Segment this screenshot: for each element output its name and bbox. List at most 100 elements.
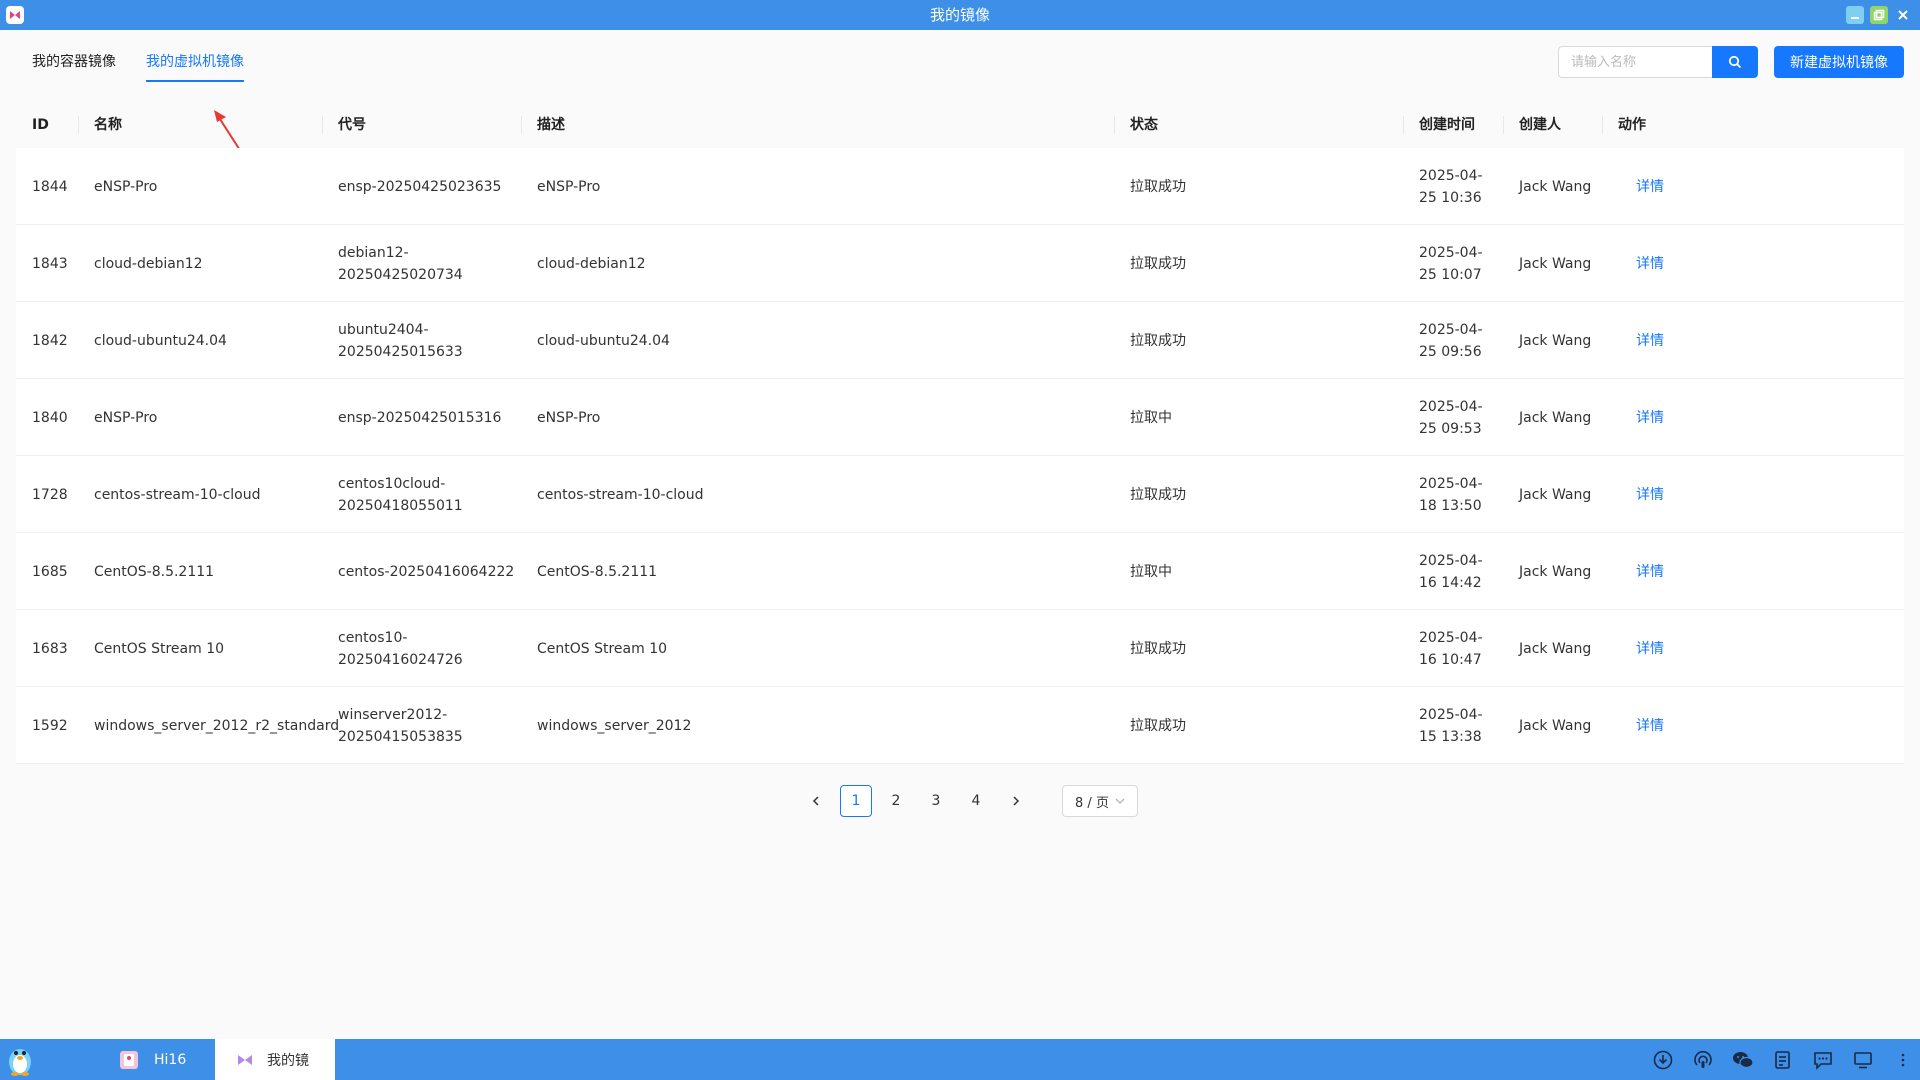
download-icon[interactable] (1652, 1049, 1674, 1071)
cell-code: ensp-20250425023635 (338, 148, 528, 225)
prev-page-button[interactable] (800, 785, 832, 817)
cell-description: eNSP-Pro (537, 148, 1097, 225)
wechat-icon[interactable] (1732, 1049, 1754, 1071)
header-divider (1503, 116, 1504, 134)
maximize-button[interactable] (1870, 6, 1888, 24)
details-link[interactable]: 详情 (1618, 407, 1664, 429)
vm-image-table: ID 名称 代号 描述 状态 创建时间 创建人 动作 1844 eNSP-Pro e… (16, 102, 1904, 764)
creator-name: Jack Wang (1519, 178, 1592, 195)
podcast-icon[interactable] (1692, 1049, 1714, 1071)
creator-name: Jack Wang (1519, 409, 1592, 426)
image-name: cloud-ubuntu24.04 (94, 332, 227, 349)
header-status: 状态 (1130, 117, 1158, 133)
image-id: 1842 (32, 332, 68, 349)
image-name: CentOS Stream 10 (94, 640, 225, 657)
notes-icon[interactable] (1772, 1049, 1794, 1071)
details-link[interactable]: 详情 (1618, 561, 1664, 583)
header-divider (322, 116, 323, 134)
created-time: 16 10:47 (1419, 651, 1482, 668)
image-name: centos-stream-10-cloud (94, 486, 261, 503)
page-4-button[interactable]: 4 (960, 785, 992, 817)
created-time: 25 10:07 (1419, 266, 1482, 283)
created-time: 25 10:36 (1419, 189, 1482, 206)
table-row: 1683 CentOS Stream 10 centos10-20250416024… (16, 610, 1904, 687)
minimize-button[interactable] (1846, 6, 1864, 24)
status-text: 拉取成功 (1130, 640, 1186, 657)
cell-created-time: 2025-04- 25 10:36 (1419, 148, 1509, 225)
chat-icon[interactable] (1812, 1049, 1834, 1071)
close-button[interactable] (1894, 6, 1912, 24)
status-text: 拉取成功 (1130, 178, 1186, 195)
header-divider (521, 116, 522, 134)
header-created-time: 创建时间 (1419, 117, 1475, 133)
table-row: 1844 eNSP-Pro ensp-20250425023635 eNSP-Pro 拉… (16, 148, 1904, 225)
taskbar-item-my-images[interactable]: 我的镜 (215, 1039, 335, 1080)
image-code: 20250418055011 (338, 497, 463, 514)
page-2-button[interactable]: 2 (880, 785, 912, 817)
cell-created-time: 2025-04- 16 10:47 (1419, 610, 1509, 687)
image-code: ensp-20250425023635 (338, 178, 502, 195)
display-icon[interactable] (1852, 1049, 1874, 1071)
cell-code: ubuntu2404- 20250425015633 (338, 302, 528, 379)
details-link[interactable]: 详情 (1618, 330, 1664, 352)
header-divider (78, 116, 79, 134)
image-description: CentOS-8.5.2111 (537, 563, 658, 580)
cell-action: 详情 (1618, 302, 1708, 379)
start-menu-penguin-icon[interactable] (6, 1043, 34, 1076)
image-code: ensp-20250425015316 (338, 409, 502, 426)
cell-created-time: 2025-04- 25 09:53 (1419, 379, 1509, 456)
created-time: 2025-04- (1419, 706, 1483, 723)
table-row: 1728 centos-stream-10-cloud centos10cloud-… (16, 456, 1904, 533)
cell-code: centos-20250416064222 (338, 533, 528, 610)
created-time: 25 09:56 (1419, 343, 1482, 360)
cell-action: 详情 (1618, 610, 1708, 687)
cell-status: 拉取成功 (1130, 687, 1330, 764)
image-id: 1843 (32, 255, 68, 272)
chevron-left-icon (812, 796, 819, 806)
creator-name: Jack Wang (1519, 717, 1592, 734)
search-input[interactable] (1558, 46, 1712, 78)
more-icon[interactable] (1892, 1049, 1914, 1071)
cell-status: 拉取成功 (1130, 225, 1330, 302)
header-description: 描述 (537, 117, 565, 133)
taskbar-item-hi16[interactable]: Hi16 (118, 1039, 186, 1080)
cell-description: CentOS-8.5.2111 (537, 533, 1097, 610)
image-id: 1728 (32, 486, 68, 503)
image-code: centos10cloud- (338, 475, 446, 492)
image-code: debian12- (338, 244, 409, 261)
main-content: 我的容器镜像 我的虚拟机镜像 新建虚拟机镜像 ID 名称 代号 描述 状态 创建… (0, 30, 1920, 1039)
details-link[interactable]: 详情 (1618, 176, 1664, 198)
chevron-right-icon (1013, 796, 1020, 806)
page-1-button[interactable]: 1 (840, 785, 872, 817)
creator-name: Jack Wang (1519, 255, 1592, 272)
image-name: windows_server_2012_r2_standard (94, 717, 340, 734)
cell-id: 1592 (32, 687, 82, 764)
taskbar-item-label: Hi16 (154, 1051, 187, 1068)
cell-code: debian12- 20250425020734 (338, 225, 528, 302)
creator-name: Jack Wang (1519, 563, 1592, 580)
cell-name: eNSP-Pro (94, 379, 334, 456)
new-vm-image-button[interactable]: 新建虚拟机镜像 (1774, 46, 1904, 78)
cell-name: centos-stream-10-cloud (94, 456, 334, 533)
image-description: CentOS Stream 10 (537, 640, 668, 657)
cell-creator: Jack Wang (1519, 533, 1609, 610)
details-link[interactable]: 详情 (1618, 253, 1664, 275)
search-button[interactable] (1712, 46, 1758, 78)
tab-container-images[interactable]: 我的容器镜像 (32, 52, 116, 82)
tab-vm-images[interactable]: 我的虚拟机镜像 (146, 52, 244, 82)
header-name: 名称 (94, 117, 122, 133)
image-description: cloud-debian12 (537, 255, 646, 272)
details-link[interactable]: 详情 (1618, 638, 1664, 660)
page-size-select[interactable]: 8 / 页 (1062, 785, 1138, 817)
cell-created-time: 2025-04- 25 09:56 (1419, 302, 1509, 379)
cell-description: cloud-ubuntu24.04 (537, 302, 1097, 379)
cell-created-time: 2025-04- 25 10:07 (1419, 225, 1509, 302)
image-code: centos10-20250416024726 (338, 629, 463, 668)
details-link[interactable]: 详情 (1618, 715, 1664, 737)
cell-description: CentOS Stream 10 (537, 610, 1097, 687)
page-3-button[interactable]: 3 (920, 785, 952, 817)
next-page-button[interactable] (1000, 785, 1032, 817)
cell-action: 详情 (1618, 687, 1708, 764)
cell-status: 拉取中 (1130, 533, 1330, 610)
details-link[interactable]: 详情 (1618, 484, 1664, 506)
